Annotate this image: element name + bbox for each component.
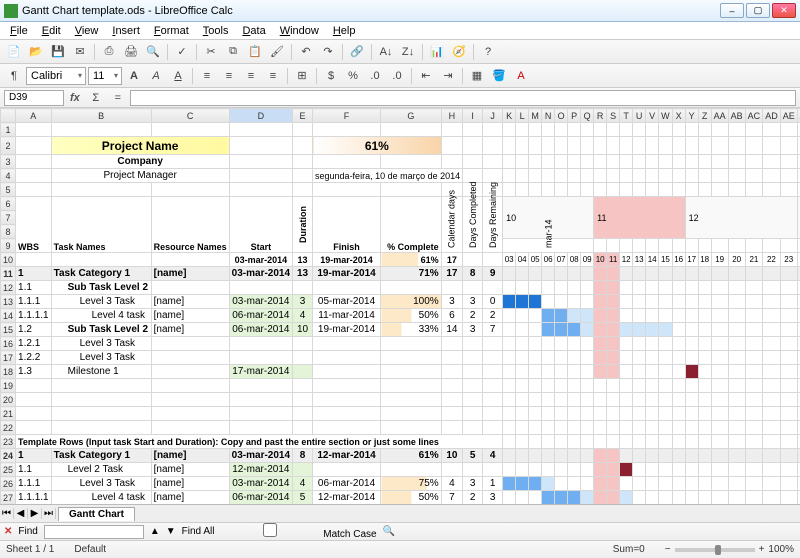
status-sum: Sum=0 (613, 544, 645, 555)
toolbar-formatting: ¶ Calibri 11 A A A ≡ ≡ ≡ ≡ ⊞ $ % .0 .0 ⇤… (0, 64, 800, 88)
cell-reference[interactable]: D39 (4, 90, 64, 106)
sheet-tabs: ⏮ ◀ ▶ ⏭ Gantt Chart (0, 504, 800, 522)
font-name[interactable]: Calibri (26, 67, 86, 85)
tab-first-icon[interactable]: ⏮ (0, 508, 14, 519)
paste-icon[interactable]: 📋 (245, 42, 265, 62)
sheet-tab[interactable]: Gantt Chart (58, 507, 135, 521)
align-right-icon[interactable]: ≡ (241, 66, 261, 86)
font-size[interactable]: 11 (88, 67, 122, 85)
currency-icon[interactable]: $ (321, 66, 341, 86)
toolbar-standard: 📄 📂 💾 ✉ ⎙ 🖨 🔍 ✓ ✂ ⧉ 📋 🖌 ↶ ↷ 🔗 A↓ Z↓ 📊 🧭 … (0, 40, 800, 64)
find-toolbar: ✕ Find ▲ ▼ Find All Match Case 🔍 (0, 522, 800, 540)
chart-icon[interactable]: 📊 (427, 42, 447, 62)
equals-icon[interactable]: = (108, 88, 128, 108)
status-mode: Default (74, 544, 106, 555)
link-icon[interactable]: 🔗 (347, 42, 367, 62)
copy-icon[interactable]: ⧉ (223, 42, 243, 62)
align-left-icon[interactable]: ≡ (197, 66, 217, 86)
pdf-icon[interactable]: ⎙ (99, 42, 119, 62)
menu-data[interactable]: Data (236, 24, 271, 38)
match-case-check[interactable]: Match Case (220, 523, 376, 540)
sum-icon[interactable]: Σ (86, 88, 106, 108)
help-icon[interactable]: ? (478, 42, 498, 62)
styles-icon[interactable]: ¶ (4, 66, 24, 86)
status-sheet: Sheet 1 / 1 (6, 544, 54, 555)
menubar: File Edit View Insert Format Tools Data … (0, 22, 800, 40)
print-icon[interactable]: 🖨 (121, 42, 141, 62)
open-icon[interactable]: 📂 (26, 42, 46, 62)
close-button[interactable]: ✕ (772, 3, 796, 18)
bold-icon[interactable]: A (124, 66, 144, 86)
fx-icon[interactable]: fx (66, 92, 84, 104)
cut-icon[interactable]: ✂ (201, 42, 221, 62)
italic-icon[interactable]: A (146, 66, 166, 86)
add-dec-icon[interactable]: .0 (365, 66, 385, 86)
menu-help[interactable]: Help (327, 24, 362, 38)
app-logo-icon (4, 4, 18, 18)
menu-view[interactable]: View (69, 24, 105, 38)
underline-icon[interactable]: A (168, 66, 188, 86)
undo-icon[interactable]: ↶ (296, 42, 316, 62)
merge-icon[interactable]: ⊞ (292, 66, 312, 86)
formula-input[interactable] (130, 90, 796, 106)
menu-file[interactable]: File (4, 24, 34, 38)
inc-indent-icon[interactable]: ⇥ (438, 66, 458, 86)
window-title: Gantt Chart template.ods - LibreOffice C… (22, 5, 720, 17)
titlebar: Gantt Chart template.ods - LibreOffice C… (0, 0, 800, 22)
navigator-icon[interactable]: 🧭 (449, 42, 469, 62)
align-center-icon[interactable]: ≡ (219, 66, 239, 86)
minimize-button[interactable]: – (720, 3, 744, 18)
maximize-button[interactable]: ▢ (746, 3, 770, 18)
menu-window[interactable]: Window (274, 24, 325, 38)
brush-icon[interactable]: 🖌 (267, 42, 287, 62)
menu-insert[interactable]: Insert (106, 24, 146, 38)
sort-desc-icon[interactable]: Z↓ (398, 42, 418, 62)
statusbar: Sheet 1 / 1 Default Sum=0 −+ 100% (0, 540, 800, 558)
menu-edit[interactable]: Edit (36, 24, 67, 38)
spreadsheet-grid[interactable]: ABCDEFGHIJKLMNOPQRSTUVWXYZAAABACADAEAFAG… (0, 108, 800, 504)
tab-last-icon[interactable]: ⏭ (42, 508, 56, 519)
tab-prev-icon[interactable]: ◀ (14, 508, 28, 519)
email-icon[interactable]: ✉ (70, 42, 90, 62)
find-input[interactable] (44, 525, 144, 539)
preview-icon[interactable]: 🔍 (143, 42, 163, 62)
borders-icon[interactable]: ▦ (467, 66, 487, 86)
del-dec-icon[interactable]: .0 (387, 66, 407, 86)
redo-icon[interactable]: ↷ (318, 42, 338, 62)
tab-next-icon[interactable]: ▶ (28, 508, 42, 519)
sort-asc-icon[interactable]: A↓ (376, 42, 396, 62)
formula-bar: D39 fx Σ = (0, 88, 800, 108)
menu-tools[interactable]: Tools (197, 24, 235, 38)
new-icon[interactable]: 📄 (4, 42, 24, 62)
zoom-slider[interactable]: −+ 100% (665, 544, 794, 555)
percent-icon[interactable]: % (343, 66, 363, 86)
zoom-value: 100% (768, 544, 794, 555)
fontcolor-icon[interactable]: A (511, 66, 531, 86)
bgcolor-icon[interactable]: 🪣 (489, 66, 509, 86)
menu-format[interactable]: Format (148, 24, 195, 38)
align-justify-icon[interactable]: ≡ (263, 66, 283, 86)
save-icon[interactable]: 💾 (48, 42, 68, 62)
dec-indent-icon[interactable]: ⇤ (416, 66, 436, 86)
spell-icon[interactable]: ✓ (172, 42, 192, 62)
